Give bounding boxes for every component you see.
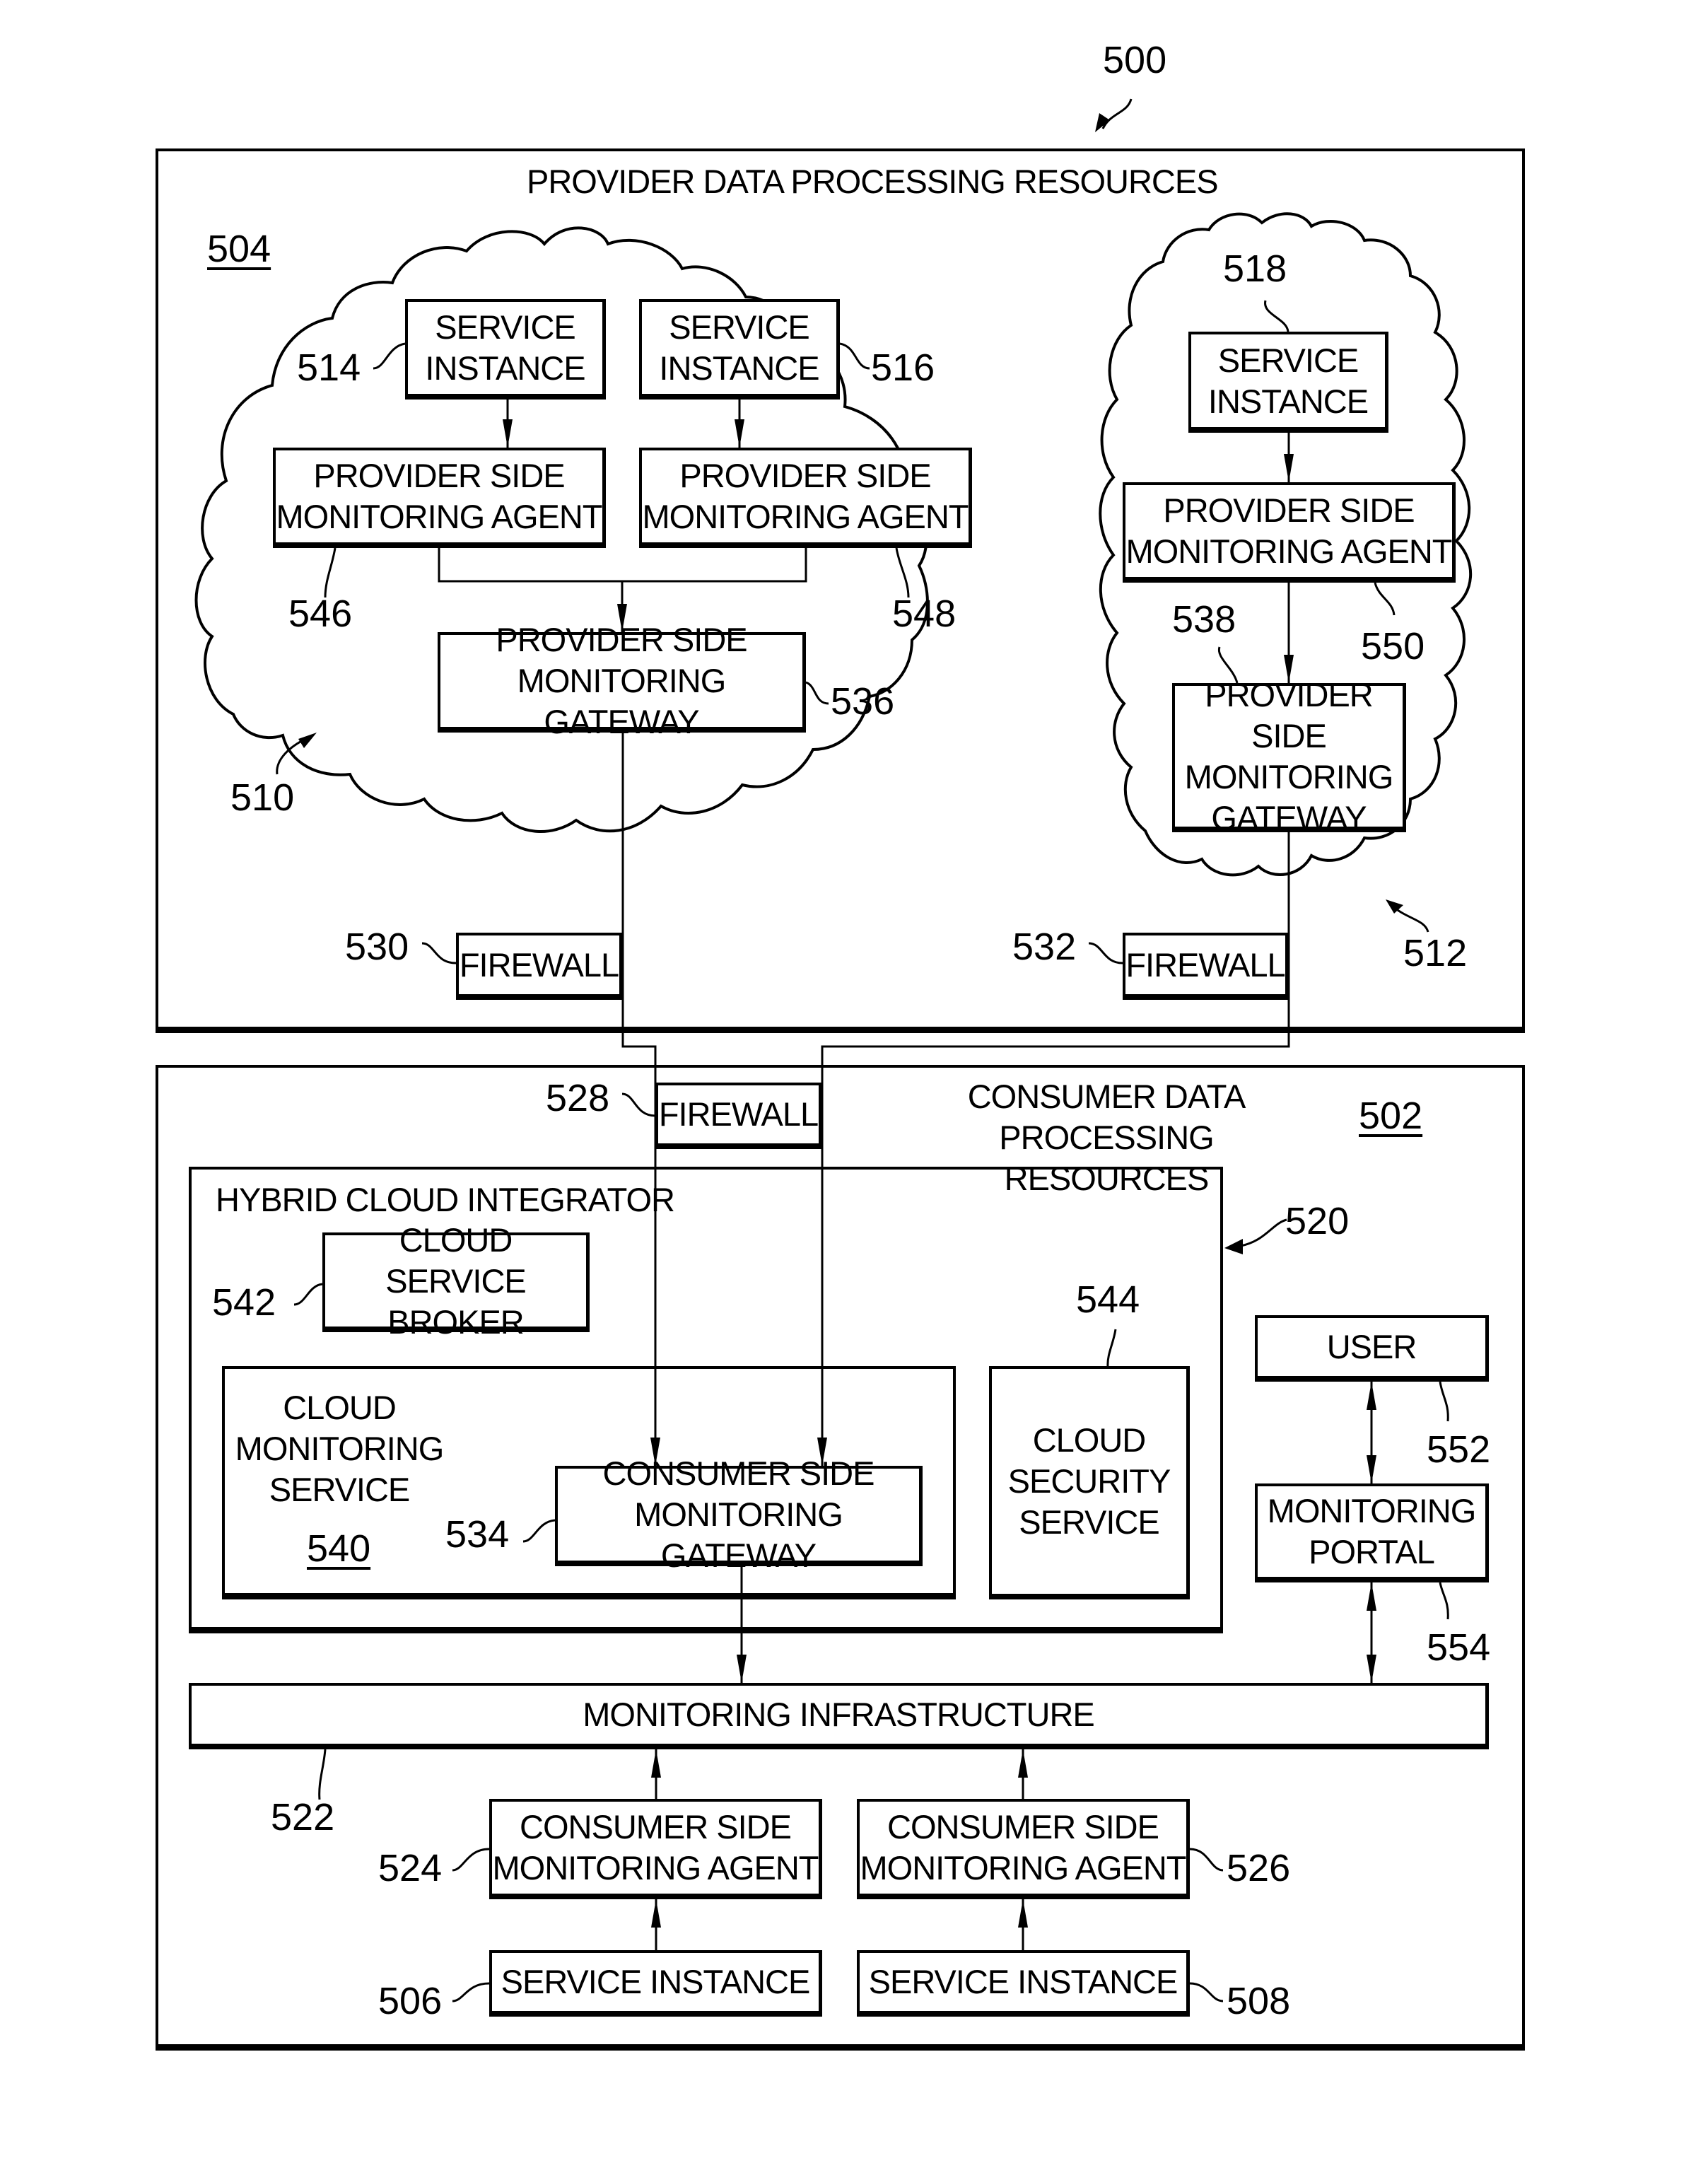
ref-522: 522 <box>271 1796 335 1838</box>
ref-540: 540 <box>307 1527 371 1570</box>
ref-520: 520 <box>1285 1200 1350 1242</box>
ref-506: 506 <box>378 1980 443 2022</box>
ref-546: 546 <box>288 593 353 635</box>
ref-514: 514 <box>297 346 361 389</box>
provider-resources-container <box>156 148 1525 1033</box>
ref-536: 536 <box>831 680 895 723</box>
ref-512: 512 <box>1403 932 1468 974</box>
consumer-monitoring-agent-526[interactable]: CONSUMER SIDE MONITORING AGENT <box>857 1799 1190 1899</box>
ref-548: 548 <box>892 593 957 635</box>
ref-534: 534 <box>445 1513 510 1556</box>
provider-monitoring-agent-548[interactable]: PROVIDER SIDE MONITORING AGENT <box>639 448 972 548</box>
ref-526: 526 <box>1227 1847 1291 1889</box>
ref-530: 530 <box>345 926 409 968</box>
ref-538: 538 <box>1172 598 1236 641</box>
ref-542: 542 <box>212 1281 276 1324</box>
monitoring-portal-554[interactable]: MONITORING PORTAL <box>1255 1483 1489 1582</box>
ref-550: 550 <box>1361 625 1425 667</box>
ref-508: 508 <box>1227 1980 1291 2022</box>
ref-544: 544 <box>1076 1278 1140 1321</box>
provider-monitoring-agent-550[interactable]: PROVIDER SIDE MONITORING AGENT <box>1123 482 1456 583</box>
hybrid-cloud-integrator-title: HYBRID CLOUD INTEGRATOR <box>216 1181 675 1218</box>
ref-554: 554 <box>1427 1626 1491 1669</box>
service-instance-518[interactable]: SERVICE INSTANCE <box>1188 332 1388 433</box>
consumer-monitoring-gateway-534[interactable]: CONSUMER SIDE MONITORING GATEWAY <box>555 1454 923 1574</box>
cloud-security-service-544[interactable]: CLOUD SECURITY SERVICE <box>989 1366 1190 1599</box>
monitoring-infrastructure-522[interactable]: MONITORING INFRASTRUCTURE <box>189 1683 1489 1749</box>
provider-monitoring-agent-546[interactable]: PROVIDER SIDE MONITORING AGENT <box>273 448 606 548</box>
provider-resources-ref: 504 <box>207 228 271 270</box>
ref-524: 524 <box>378 1847 443 1889</box>
ref-532: 532 <box>1012 926 1077 968</box>
user-552[interactable]: USER <box>1255 1315 1489 1382</box>
firewall-530[interactable]: FIREWALL <box>456 933 623 1000</box>
provider-resources-title: PROVIDER DATA PROCESSING RESOURCES <box>527 163 1219 200</box>
ref-500-leader <box>1101 98 1133 129</box>
firewall-528[interactable]: FIREWALL <box>655 1083 822 1149</box>
provider-monitoring-gateway-538[interactable]: PROVIDER SIDE MONITORING GATEWAY <box>1172 676 1406 836</box>
firewall-532[interactable]: FIREWALL <box>1123 933 1289 1000</box>
consumer-monitoring-agent-524[interactable]: CONSUMER SIDE MONITORING AGENT <box>489 1799 822 1899</box>
ref-516: 516 <box>871 346 935 389</box>
service-instance-516[interactable]: SERVICE INSTANCE <box>639 299 840 400</box>
service-instance-506[interactable]: SERVICE INSTANCE <box>489 1950 822 2017</box>
cloud-monitoring-service-label: CLOUD MONITORING SERVICE <box>235 1389 445 1508</box>
service-instance-514[interactable]: SERVICE INSTANCE <box>405 299 606 400</box>
ref-510: 510 <box>230 776 295 819</box>
provider-monitoring-gateway-536[interactable]: PROVIDER SIDE MONITORING GATEWAY <box>438 621 806 740</box>
ref-528: 528 <box>546 1077 610 1119</box>
figure-ref-500: 500 <box>1103 39 1167 81</box>
ref-518: 518 <box>1223 247 1287 290</box>
cloud-service-broker-542[interactable]: CLOUD SERVICE BROKER <box>322 1221 590 1341</box>
ref-552: 552 <box>1427 1428 1491 1471</box>
service-instance-508[interactable]: SERVICE INSTANCE <box>857 1950 1190 2017</box>
consumer-resources-ref: 502 <box>1359 1095 1423 1137</box>
